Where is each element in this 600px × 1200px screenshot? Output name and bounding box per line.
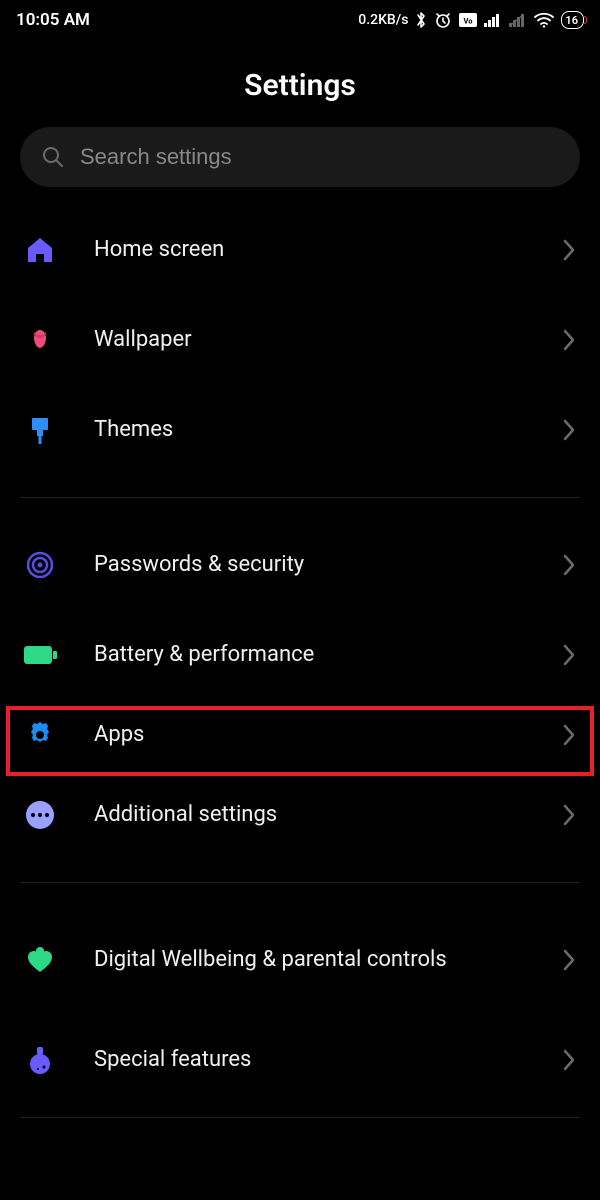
svg-text:Vo: Vo — [464, 17, 473, 26]
chevron-right-icon — [562, 554, 576, 576]
row-label: Additional settings — [94, 801, 562, 829]
brush-icon — [24, 414, 94, 446]
row-label: Themes — [94, 416, 562, 444]
volte-icon: Vo — [459, 13, 477, 27]
row-label: Digital Wellbeing & parental controls — [94, 946, 562, 974]
fingerprint-icon — [24, 549, 94, 581]
row-label: Wallpaper — [94, 326, 562, 354]
divider — [20, 882, 580, 883]
chevron-right-icon — [562, 419, 576, 441]
battery-percent: 16 — [565, 15, 578, 26]
row-label: Battery & performance — [94, 641, 562, 669]
row-home-screen[interactable]: Home screen — [0, 205, 600, 295]
chevron-right-icon — [562, 804, 576, 826]
flask-icon — [24, 1044, 94, 1076]
home-icon — [24, 234, 94, 266]
settings-list: Home screen Wallpaper Themes Passwords &… — [0, 205, 600, 1118]
chevron-right-icon — [562, 644, 576, 666]
tulip-icon — [24, 324, 94, 356]
search-input[interactable] — [80, 144, 558, 170]
row-digital-wellbeing[interactable]: Digital Wellbeing & parental controls — [0, 905, 600, 1015]
divider — [20, 1117, 580, 1118]
row-passwords-security[interactable]: Passwords & security — [0, 520, 600, 610]
row-apps[interactable]: Apps — [0, 700, 600, 770]
network-speed: 0.2KB/s — [358, 12, 408, 28]
status-time: 10:05 AM — [16, 10, 90, 30]
search-icon — [42, 146, 64, 168]
signal-2-icon — [509, 13, 527, 27]
status-bar: 10:05 AM 0.2KB/s Vo 16 — [0, 0, 600, 40]
row-themes[interactable]: Themes — [0, 385, 600, 475]
status-indicators: 0.2KB/s Vo 16 — [358, 11, 584, 29]
wifi-icon — [534, 12, 554, 28]
dots-icon — [24, 799, 94, 831]
bluetooth-icon — [415, 11, 427, 29]
row-wallpaper[interactable]: Wallpaper — [0, 295, 600, 385]
chevron-right-icon — [562, 724, 576, 746]
row-label: Passwords & security — [94, 551, 562, 579]
row-additional-settings[interactable]: Additional settings — [0, 770, 600, 860]
chevron-right-icon — [562, 239, 576, 261]
row-label: Special features — [94, 1046, 562, 1074]
alarm-icon — [434, 11, 452, 29]
search-bar[interactable] — [20, 127, 580, 187]
page-title: Settings — [0, 40, 600, 127]
gear-icon — [24, 719, 94, 751]
battery-icon — [24, 644, 94, 666]
chevron-right-icon — [562, 329, 576, 351]
chevron-right-icon — [562, 1049, 576, 1071]
divider — [20, 497, 580, 498]
row-label: Apps — [94, 721, 562, 749]
chevron-right-icon — [562, 949, 576, 971]
row-special-features[interactable]: Special features — [0, 1015, 600, 1105]
heart-icon — [24, 944, 94, 976]
row-battery-performance[interactable]: Battery & performance — [0, 610, 600, 700]
row-label: Home screen — [94, 236, 562, 264]
signal-icon — [484, 13, 502, 27]
battery-indicator: 16 — [561, 11, 584, 29]
